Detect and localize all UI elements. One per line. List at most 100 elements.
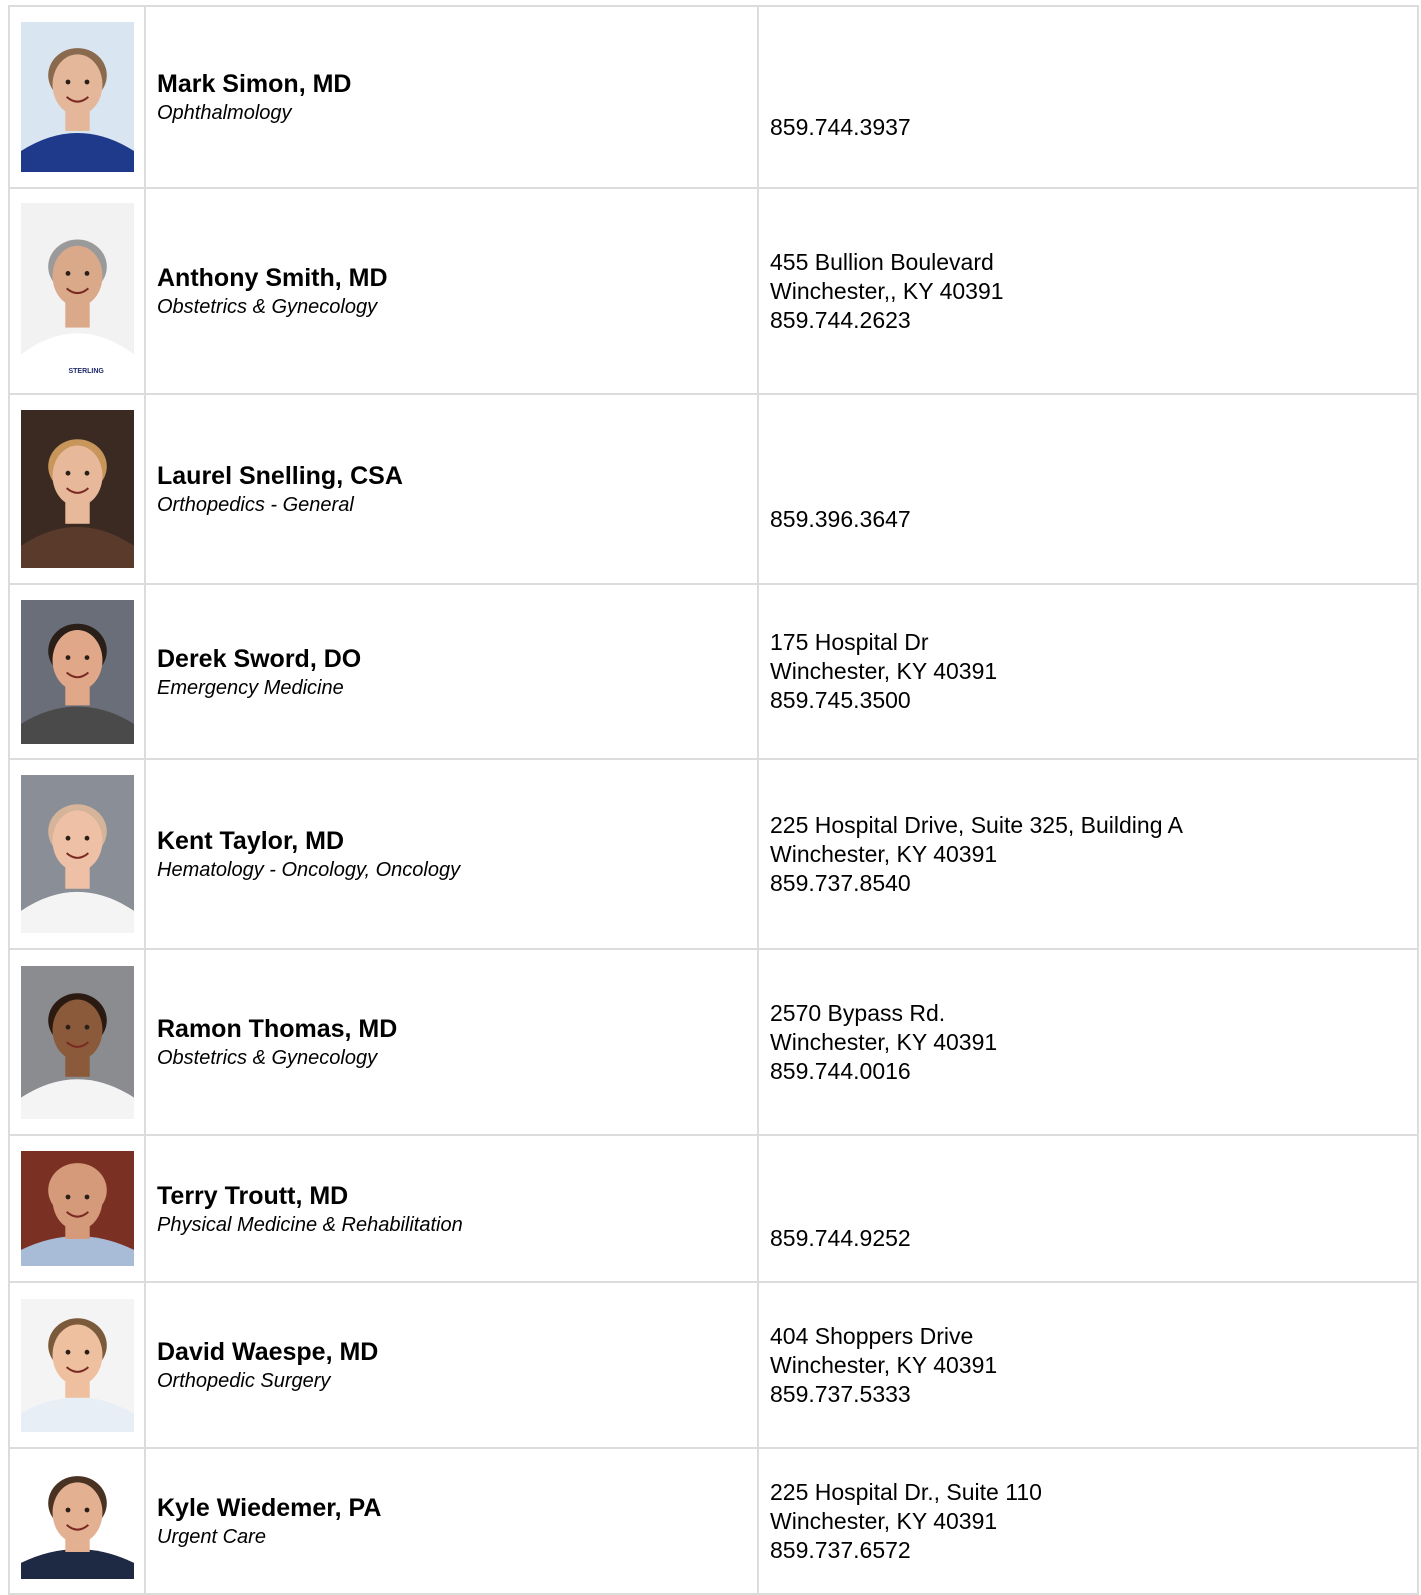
photo-eye bbox=[65, 271, 70, 276]
photo-logo-text: STERLING bbox=[68, 368, 104, 375]
photo-eye bbox=[84, 1024, 89, 1030]
photo-cell: STERLING bbox=[8, 187, 146, 395]
provider-row: Ramon Thomas, MD Obstetrics & Gynecology… bbox=[8, 948, 1419, 1136]
provider-address-line1: 455 Bullion Boulevard bbox=[770, 248, 994, 275]
photo-eye bbox=[84, 654, 89, 660]
photo-face bbox=[52, 629, 102, 691]
contact-cell: 859.744.9252 bbox=[757, 1134, 1419, 1283]
name-cell: Anthony Smith, MD Obstetrics & Gynecolog… bbox=[144, 187, 759, 395]
provider-name[interactable]: Terry Troutt, MD bbox=[157, 1180, 757, 1212]
provider-phone[interactable]: 859.744.3937 bbox=[770, 113, 1417, 142]
provider-phone[interactable]: 859.737.5333 bbox=[770, 1380, 1417, 1409]
photo-eye bbox=[65, 1349, 70, 1355]
contact-cell: 455 Bullion Boulevard Winchester,, KY 40… bbox=[757, 187, 1419, 395]
photo-face bbox=[52, 810, 102, 872]
photo-eye bbox=[65, 1194, 70, 1200]
provider-phone[interactable]: 859.744.9252 bbox=[770, 1224, 1417, 1253]
provider-name[interactable]: Laurel Snelling, CSA bbox=[157, 460, 757, 492]
photo-cell bbox=[8, 393, 146, 585]
photo-eye bbox=[65, 1507, 70, 1512]
name-cell: Terry Troutt, MD Physical Medicine & Reh… bbox=[144, 1134, 759, 1283]
photo-cell bbox=[8, 1447, 146, 1595]
provider-name[interactable]: Derek Sword, DO bbox=[157, 643, 757, 675]
photo-eye bbox=[84, 271, 89, 276]
photo-face bbox=[52, 1481, 102, 1543]
provider-phone[interactable]: 859.744.0016 bbox=[770, 1057, 1417, 1086]
provider-row: STERLING Anthony Smith, MD Obstetrics & … bbox=[8, 187, 1419, 395]
provider-phone[interactable]: 859.737.6572 bbox=[770, 1536, 1417, 1565]
provider-specialty: Obstetrics & Gynecology bbox=[157, 296, 378, 318]
provider-photo bbox=[20, 22, 134, 172]
contact-cell: 859.396.3647 bbox=[757, 393, 1419, 585]
provider-name[interactable]: Anthony Smith, MD bbox=[157, 262, 757, 294]
provider-phone[interactable]: 859.737.8540 bbox=[770, 869, 1417, 898]
name-cell: Laurel Snelling, CSA Orthopedics - Gener… bbox=[144, 393, 759, 585]
photo-face bbox=[52, 445, 102, 507]
photo-eye bbox=[84, 1507, 89, 1512]
provider-specialty: Ophthalmology bbox=[157, 102, 292, 124]
provider-phone[interactable]: 859.745.3500 bbox=[770, 686, 1417, 715]
contact-cell: 404 Shoppers Drive Winchester, KY 40391 … bbox=[757, 1281, 1419, 1449]
provider-row: Derek Sword, DO Emergency Medicine 175 H… bbox=[8, 583, 1419, 760]
provider-name[interactable]: Mark Simon, MD bbox=[157, 68, 757, 100]
provider-photo bbox=[20, 1463, 134, 1579]
provider-specialty: Physical Medicine & Rehabilitation bbox=[157, 1213, 463, 1236]
provider-photo bbox=[20, 410, 134, 568]
provider-name[interactable]: Kyle Wiedemer, PA bbox=[157, 1492, 757, 1524]
provider-row: David Waespe, MD Orthopedic Surgery 404 … bbox=[8, 1281, 1419, 1449]
photo-cell bbox=[8, 5, 146, 189]
provider-address-line1: 225 Hospital Drive, Suite 325, Building … bbox=[770, 811, 1183, 838]
contact-cell: 859.744.3937 bbox=[757, 5, 1419, 189]
photo-face bbox=[52, 999, 102, 1060]
name-cell: Mark Simon, MD Ophthalmology bbox=[144, 5, 759, 189]
provider-row: Mark Simon, MD Ophthalmology 859.744.393… bbox=[8, 5, 1419, 189]
provider-photo bbox=[20, 1298, 134, 1432]
contact-cell: 225 Hospital Drive, Suite 325, Building … bbox=[757, 758, 1419, 950]
provider-photo bbox=[20, 1151, 134, 1266]
provider-address-line1: 2570 Bypass Rd. bbox=[770, 999, 946, 1026]
photo-face bbox=[52, 245, 102, 307]
contact-cell: 225 Hospital Dr., Suite 110 Winchester, … bbox=[757, 1447, 1419, 1595]
provider-address-line1: 225 Hospital Dr., Suite 110 bbox=[770, 1478, 1042, 1505]
name-cell: Kyle Wiedemer, PA Urgent Care bbox=[144, 1447, 759, 1595]
photo-cell bbox=[8, 1134, 146, 1283]
provider-address-line2: Winchester, KY 40391 bbox=[770, 1028, 998, 1055]
photo-eye bbox=[84, 835, 89, 841]
photo-face bbox=[52, 54, 102, 116]
photo-eye bbox=[84, 1349, 89, 1355]
provider-directory-table: Mark Simon, MD Ophthalmology 859.744.393… bbox=[8, 5, 1419, 1595]
photo-face bbox=[52, 1169, 102, 1231]
provider-address-line2: Winchester, KY 40391 bbox=[770, 1507, 998, 1534]
provider-photo bbox=[20, 775, 134, 933]
photo-eye bbox=[84, 470, 89, 476]
provider-address-line2: Winchester,, KY 40391 bbox=[770, 277, 1004, 304]
provider-specialty: Obstetrics & Gynecology bbox=[157, 1047, 378, 1069]
provider-row: Terry Troutt, MD Physical Medicine & Reh… bbox=[8, 1134, 1419, 1283]
provider-row: Kyle Wiedemer, PA Urgent Care 225 Hospit… bbox=[8, 1447, 1419, 1595]
contact-cell: 175 Hospital Dr Winchester, KY 40391 859… bbox=[757, 583, 1419, 760]
provider-address-line1: 175 Hospital Dr bbox=[770, 629, 929, 655]
photo-eye bbox=[65, 654, 70, 660]
provider-row: Laurel Snelling, CSA Orthopedics - Gener… bbox=[8, 393, 1419, 585]
contact-cell: 2570 Bypass Rd. Winchester, KY 40391 859… bbox=[757, 948, 1419, 1136]
photo-cell bbox=[8, 583, 146, 760]
photo-eye bbox=[84, 1194, 89, 1200]
photo-cell bbox=[8, 1281, 146, 1449]
provider-specialty: Orthopedic Surgery bbox=[157, 1370, 331, 1392]
photo-eye bbox=[84, 79, 89, 85]
provider-phone[interactable]: 859.744.2623 bbox=[770, 306, 1417, 335]
provider-name[interactable]: Kent Taylor, MD bbox=[157, 825, 757, 857]
provider-name[interactable]: David Waespe, MD bbox=[157, 1336, 757, 1368]
provider-photo bbox=[20, 599, 134, 744]
name-cell: Ramon Thomas, MD Obstetrics & Gynecology bbox=[144, 948, 759, 1136]
photo-cell bbox=[8, 948, 146, 1136]
provider-phone[interactable]: 859.396.3647 bbox=[770, 505, 1417, 534]
photo-eye bbox=[65, 1024, 70, 1030]
photo-eye bbox=[65, 835, 70, 841]
provider-specialty: Hematology - Oncology, Oncology bbox=[157, 859, 461, 881]
provider-address-line1: 404 Shoppers Drive bbox=[770, 1322, 974, 1349]
name-cell: Derek Sword, DO Emergency Medicine bbox=[144, 583, 759, 760]
name-cell: Kent Taylor, MD Hematology - Oncology, O… bbox=[144, 758, 759, 950]
provider-name[interactable]: Ramon Thomas, MD bbox=[157, 1013, 757, 1045]
photo-face bbox=[52, 1324, 102, 1385]
